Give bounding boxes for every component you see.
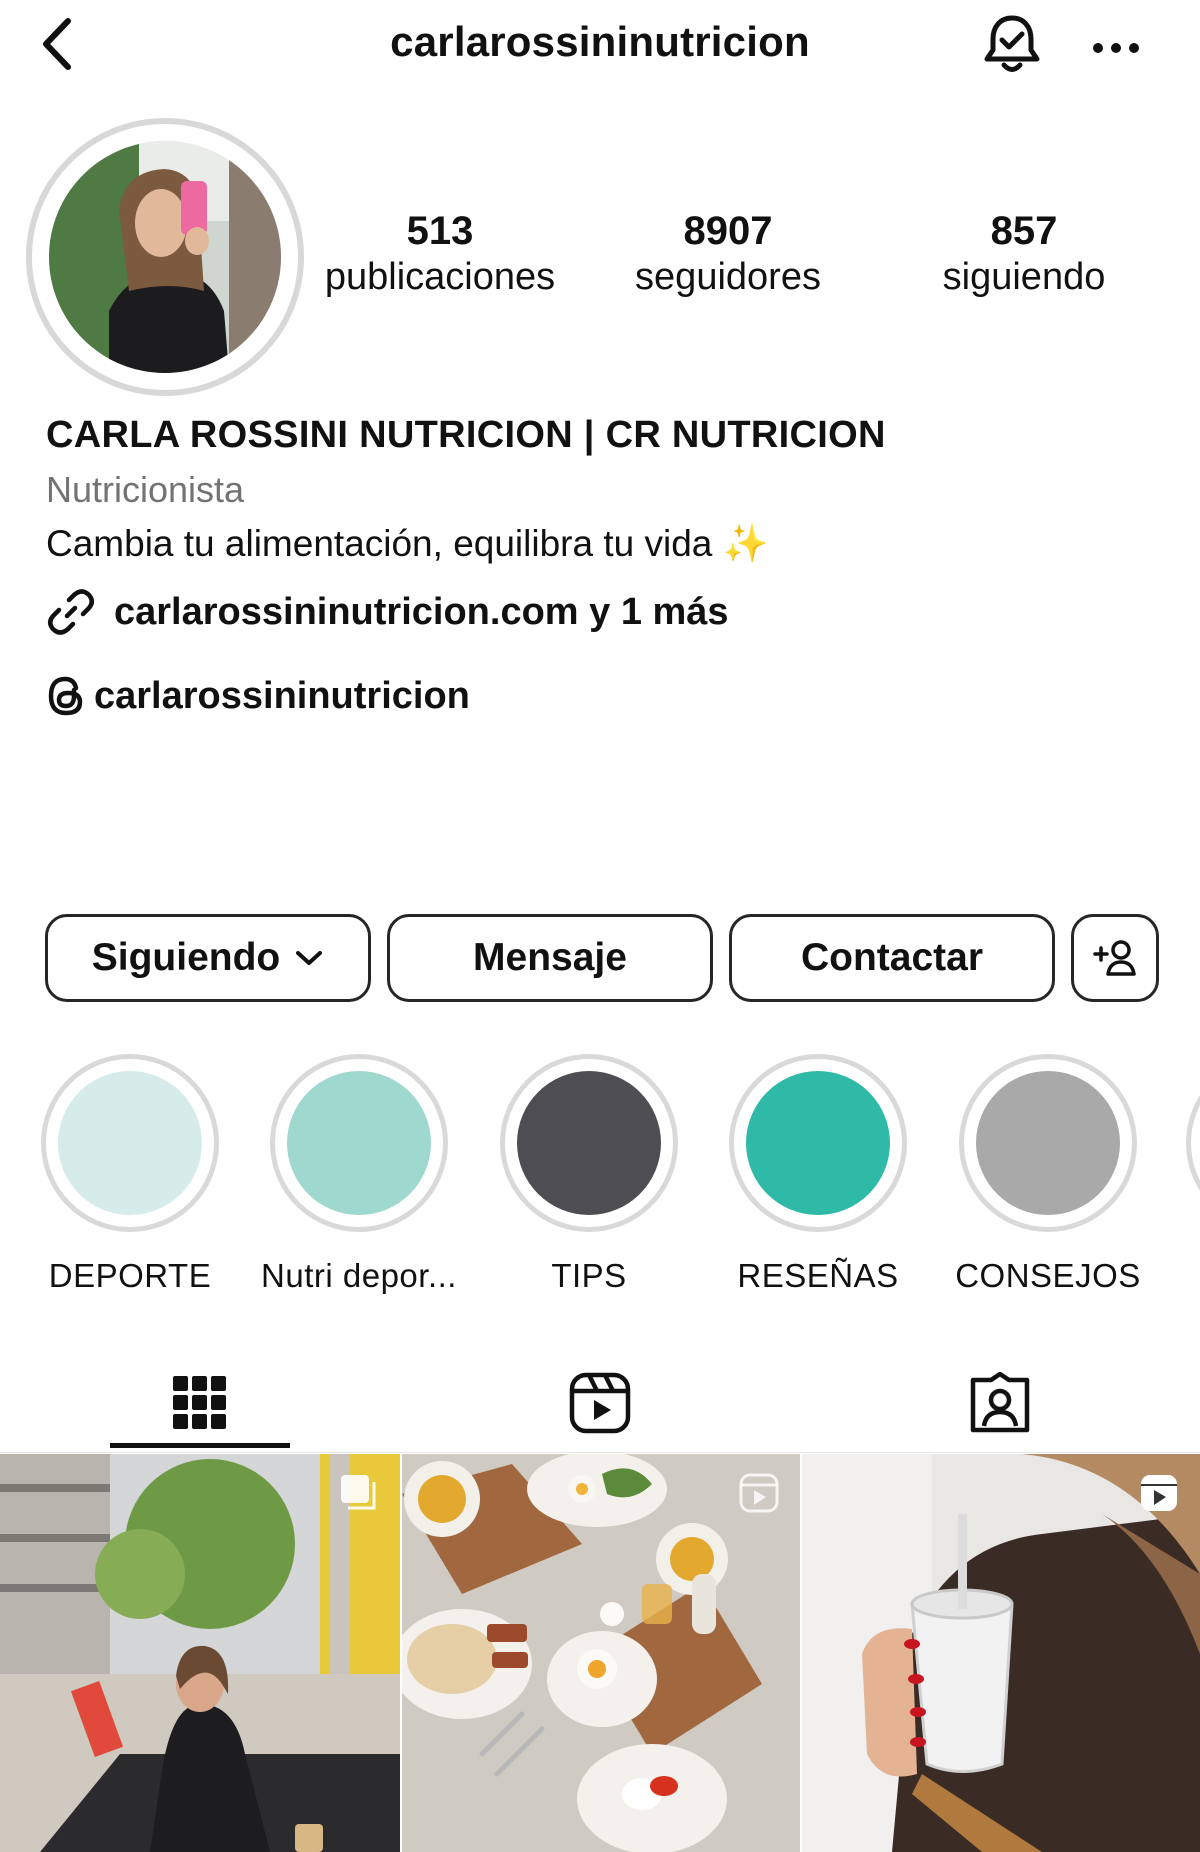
bell-check-icon [984,15,1040,72]
followers-label: seguidores [635,256,821,298]
posts-count: 513 [406,209,474,253]
message-button[interactable]: Mensaje [387,914,713,1002]
highlight-ring [500,1054,678,1232]
highlight-cover [746,1071,890,1215]
story-highlights: DEPORTE Nutri depor... TIPS RESEÑAS CONS… [0,1054,1200,1294]
reels-icon [569,1372,631,1434]
threads-link[interactable]: carlarossininutricion [46,668,1166,724]
carousel-icon [341,1475,376,1510]
avatar[interactable] [49,141,281,373]
highlight-label: DEPORTE [48,1257,212,1294]
message-button-label: Mensaje [473,936,627,979]
followers-count: 8907 [683,209,773,253]
highlight-ring [959,1054,1137,1232]
add-user-icon [1093,940,1136,976]
reel-badge-icon [739,1473,779,1513]
profile-tabs [0,1350,1200,1456]
tabs-divider [0,1452,1200,1453]
bio-text: Cambia tu alimentación, equilibra tu vid… [46,518,1166,570]
tab-reels[interactable] [400,1350,800,1456]
tagged-icon [970,1372,1030,1433]
following-stat[interactable]: 857 siguiendo [884,208,1164,300]
suggest-users-button[interactable] [1071,914,1159,1002]
more-horizontal-icon [1093,43,1139,53]
following-count: 857 [990,209,1058,253]
highlight-label: RESEÑAS [737,1257,899,1294]
highlight-cover [517,1071,661,1215]
bio-description: Cambia tu alimentación, equilibra tu vid… [46,523,713,564]
tab-posts[interactable] [0,1350,400,1456]
highlight-ring-partial[interactable] [1186,1054,1200,1232]
profile-stats: 513 publicaciones 8907 seguidores 857 si… [300,208,1160,308]
avatar-ring[interactable] [26,118,304,396]
reel-badge-icon [1141,1475,1177,1511]
highlight-item[interactable]: TIPS [489,1054,689,1294]
profile-bio: CARLA ROSSINI NUTRICION | CR NUTRICION N… [46,410,1166,724]
highlight-ring [270,1054,448,1232]
followers-stat[interactable]: 8907 seguidores [588,208,868,300]
highlight-ring [41,1054,219,1232]
chevron-down-icon [294,948,324,968]
highlight-ring [729,1054,907,1232]
website-link[interactable]: carlarossininutricion.com y 1 más [46,584,1166,640]
following-button-label: Siguiendo [91,936,281,979]
following-button[interactable]: Siguiendo [45,914,371,1002]
highlight-item[interactable]: RESEÑAS [718,1054,918,1294]
highlight-item[interactable]: DEPORTE [30,1054,230,1294]
posts-stat[interactable]: 513 publicaciones [300,208,580,300]
highlight-label: CONSEJOS [955,1257,1141,1294]
highlight-cover [287,1071,431,1215]
profile-actions: Siguiendo Mensaje Contactar [45,914,1165,1004]
threads-handle[interactable]: carlarossininutricion [94,675,470,718]
more-options-button[interactable] [1090,22,1142,74]
following-label: siguiendo [942,256,1106,298]
contact-button-label: Contactar [800,936,984,979]
posts-grid [0,1454,1200,1852]
notifications-button[interactable] [980,12,1044,78]
highlight-label: TIPS [551,1257,627,1294]
highlight-item[interactable]: CONSEJOS [948,1054,1148,1294]
profile-category: Nutricionista [46,469,245,510]
profile-page: carlarossininutricion 513 publicaciones … [0,0,1200,1852]
highlight-item[interactable]: Nutri depor... [259,1054,459,1294]
threads-icon [48,676,83,716]
link-icon [48,589,94,635]
top-bar: carlarossininutricion [0,0,1200,92]
highlight-label: Nutri depor... [261,1257,457,1294]
post-image-street [0,1454,400,1852]
website-link-text[interactable]: carlarossininutricion.com y 1 más [114,591,729,634]
tab-tagged[interactable] [800,1350,1200,1456]
post-thumbnail[interactable] [0,1454,400,1852]
highlight-cover [976,1071,1120,1215]
sparkles-emoji: ✨ [722,523,769,564]
contact-button[interactable]: Contactar [729,914,1055,1002]
posts-label: publicaciones [324,256,556,298]
post-thumbnail[interactable] [802,1454,1200,1852]
grid-icon [173,1376,226,1429]
full-name: CARLA ROSSINI NUTRICION | CR NUTRICION [46,414,886,456]
active-tab-indicator [110,1443,290,1448]
highlight-cover [58,1071,202,1215]
post-thumbnail[interactable] [402,1454,802,1852]
profile-photo [49,141,281,373]
